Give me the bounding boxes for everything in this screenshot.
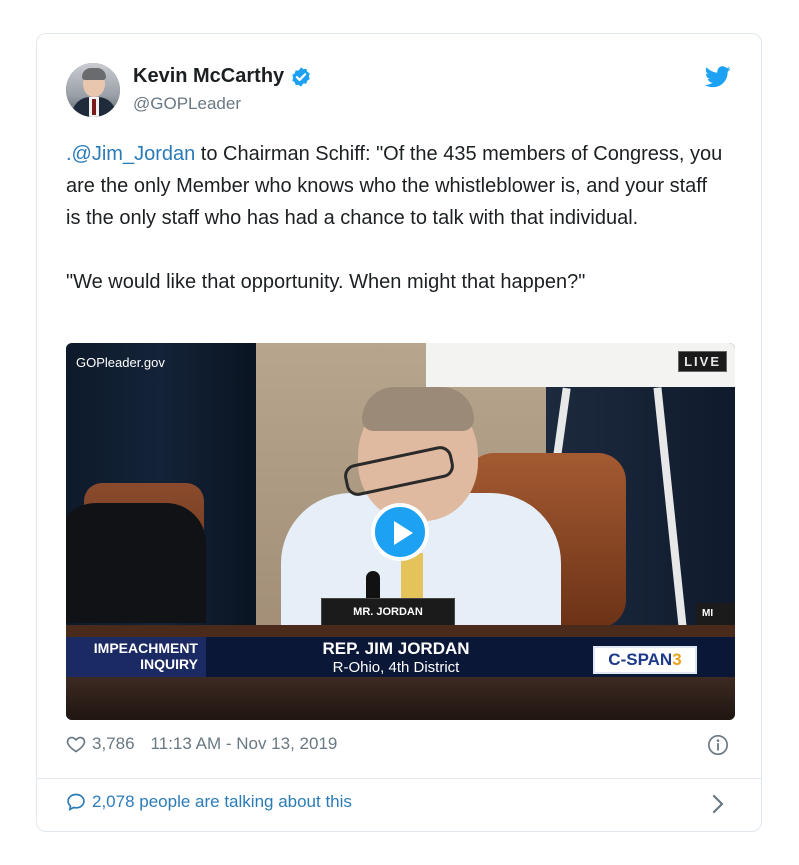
verified-badge-icon bbox=[292, 66, 310, 87]
mention-link[interactable]: .@Jim_Jordan bbox=[66, 143, 195, 165]
chevron-right-icon[interactable] bbox=[711, 794, 725, 814]
video-player[interactable]: MR. JORDAN MI IMPEACHMENT INQUIRY REP. J… bbox=[66, 343, 735, 720]
twitter-bird-icon[interactable] bbox=[705, 66, 731, 88]
author-name[interactable]: Kevin McCarthy bbox=[133, 65, 284, 88]
lower-third-label-line2: INQUIRY bbox=[140, 656, 198, 672]
author-handle[interactable]: @GOPLeader bbox=[133, 94, 241, 114]
lower-third-district: R-Ohio, 4th District bbox=[332, 659, 460, 676]
like-count[interactable]: 3,786 bbox=[92, 734, 135, 754]
tweet-meta: 3,786 11:13 AM - Nov 13, 2019 bbox=[66, 734, 337, 754]
live-badge: LIVE bbox=[678, 351, 727, 372]
nameplate: MR. JORDAN bbox=[321, 598, 455, 626]
author-avatar[interactable] bbox=[66, 63, 120, 117]
heart-icon[interactable] bbox=[66, 734, 86, 754]
lower-third-label: IMPEACHMENT INQUIRY bbox=[66, 637, 206, 677]
play-icon bbox=[394, 521, 413, 545]
network-logo: C-SPAN3 bbox=[593, 646, 697, 674]
tweet-text: .@Jim_Jordan to Chairman Schiff: "Of the… bbox=[66, 138, 726, 298]
nameplate-partial: MI bbox=[696, 603, 735, 625]
talking-text[interactable]: 2,078 people are talking about this bbox=[92, 792, 352, 812]
comment-bubble-icon bbox=[67, 793, 85, 812]
tweet-body-paragraph-2: "We would like that opportunity. When mi… bbox=[66, 271, 586, 293]
lower-third-center: REP. JIM JORDAN R-Ohio, 4th District bbox=[216, 637, 576, 677]
info-icon[interactable] bbox=[707, 734, 729, 756]
lower-third-label-line1: IMPEACHMENT bbox=[93, 640, 198, 656]
tweet-timestamp[interactable]: 11:13 AM - Nov 13, 2019 bbox=[151, 734, 338, 754]
author-name-row: Kevin McCarthy bbox=[133, 65, 312, 88]
video-source-label: GOPleader.gov bbox=[76, 355, 165, 370]
play-button[interactable] bbox=[371, 503, 429, 561]
lower-third-name: REP. JIM JORDAN bbox=[322, 639, 470, 658]
tweet-card: Kevin McCarthy @GOPLeader .@Jim_Jordan t… bbox=[36, 33, 762, 832]
divider bbox=[37, 778, 761, 779]
conversation-link[interactable]: 2,078 people are talking about this bbox=[66, 792, 352, 812]
